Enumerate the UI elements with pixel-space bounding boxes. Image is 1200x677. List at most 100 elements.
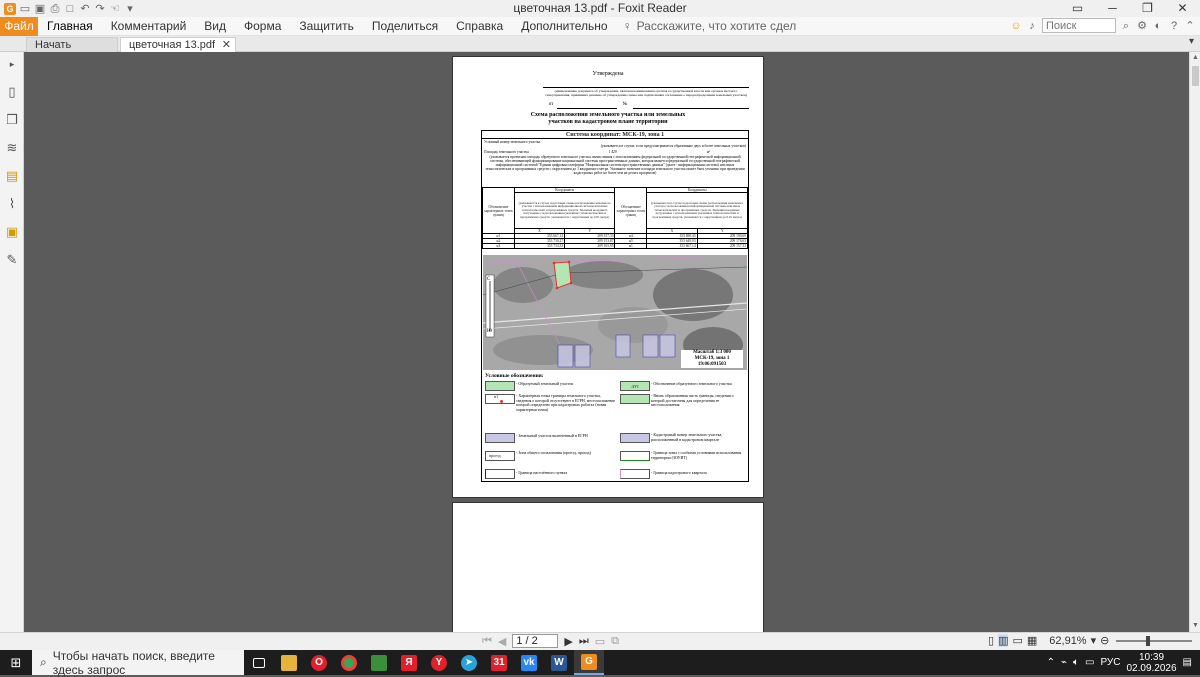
volume-icon[interactable]: 🔈︎ xyxy=(1073,657,1079,668)
tab-share[interactable]: Поделиться xyxy=(363,17,447,36)
fit-page-icon[interactable]: ▭ xyxy=(595,635,605,648)
foxit-taskbar-icon[interactable]: G xyxy=(574,650,604,675)
battery-icon[interactable]: ▭ xyxy=(1085,657,1094,668)
attachment-icon[interactable]: ⌇ xyxy=(4,196,20,212)
minimize-button[interactable]: ─ xyxy=(1095,0,1130,17)
tab-home[interactable]: Главная xyxy=(38,17,102,36)
ribbon-collapse-icon[interactable]: ▭ xyxy=(1060,0,1095,17)
network-icon[interactable]: ⌁ xyxy=(1061,657,1067,668)
word-icon[interactable]: W xyxy=(544,650,574,675)
yandex-icon[interactable]: Я xyxy=(394,650,424,675)
telegram-icon[interactable]: ➤ xyxy=(454,650,484,675)
task-view-icon[interactable] xyxy=(244,650,274,675)
language-indicator[interactable]: РУС xyxy=(1100,657,1120,668)
smiley-icon[interactable]: ☺ xyxy=(1010,20,1022,32)
fit-width-icon[interactable]: ⧉ xyxy=(611,635,619,648)
continuous-page-icon[interactable]: ▥ xyxy=(998,634,1009,647)
table-cell: н1 xyxy=(614,243,648,249)
start-button[interactable]: ⊞ xyxy=(0,650,32,675)
help-icon[interactable]: ? xyxy=(1168,20,1180,32)
bookmark-icon[interactable]: ▯ xyxy=(4,84,20,100)
taskbar-search-text: Чтобы начать поиск, введите здесь запрос xyxy=(52,648,215,677)
maximize-button[interactable]: ❐ xyxy=(1130,0,1165,17)
calendar-icon[interactable]: 31 xyxy=(484,650,514,675)
legend-point-dot xyxy=(500,400,503,403)
zoom-out-icon[interactable]: ⊖ xyxy=(1100,634,1109,647)
pdf-page-1: Утверждена (наименование документа об ут… xyxy=(452,56,764,498)
security-icon[interactable]: ▣ xyxy=(4,224,20,240)
cadastral-quarter: 19:06:091503 xyxy=(697,362,727,367)
zoom-slider[interactable] xyxy=(1116,635,1193,646)
tab-list-arrow-icon[interactable]: ▾ xyxy=(1189,36,1194,47)
page-number-input[interactable] xyxy=(512,634,559,648)
status-bar: ⏮ ◀ ▶ ⏭ ▭ ⧉ ▯ ▥ ▭ ▦ 62,91% ▾ ⊖ ⊕ xyxy=(0,632,1200,650)
tab-view[interactable]: Вид xyxy=(195,17,235,36)
legend-item: - Образуемый земельный участок xyxy=(516,381,574,386)
north-label: С xyxy=(487,277,491,282)
single-page-icon[interactable]: ▯ xyxy=(988,634,994,647)
vk-icon[interactable]: vk xyxy=(514,650,544,675)
tell-me-box[interactable]: ♀ Расскажите, что хотите сдел xyxy=(623,19,797,33)
document-viewport[interactable]: Утверждена (наименование документа об ут… xyxy=(24,52,1189,632)
taskbar-search[interactable]: ⌕ Чтобы начать поиск, введите здесь запр… xyxy=(32,648,244,677)
area-unit: м² xyxy=(706,150,711,154)
tab-comment[interactable]: Комментарий xyxy=(102,17,196,36)
vertical-scrollbar[interactable]: ▲ ▼ xyxy=(1189,52,1200,632)
comments-icon[interactable]: ▤ xyxy=(4,168,20,184)
prev-page-icon[interactable]: ◀ xyxy=(498,635,506,648)
chevron-up-icon[interactable]: ⌃ xyxy=(1047,657,1055,668)
windows-taskbar: ⊞ ⌕ Чтобы начать поиск, введите здесь за… xyxy=(0,648,1200,677)
col-designation-right: Обозначение характерных точек границ xyxy=(614,187,648,234)
layers-icon[interactable]: ≋ xyxy=(4,140,20,156)
heading-line2: участков на кадастровом плане территории xyxy=(548,119,668,125)
file-explorer-icon[interactable] xyxy=(274,650,304,675)
zoom-value[interactable]: 62,91% xyxy=(1049,635,1086,647)
scroll-up-icon[interactable]: ▲ xyxy=(1190,52,1200,64)
tab-help[interactable]: Справка xyxy=(447,17,512,36)
next-page-icon[interactable]: ▶ xyxy=(564,635,572,648)
facing-page-icon[interactable]: ▭ xyxy=(1012,634,1022,647)
tab-protect[interactable]: Защитить xyxy=(290,17,362,36)
legend-point-label: н1 xyxy=(494,394,499,399)
document-tabs: Начать цветочная 13.pdf ✕ ▾ xyxy=(0,36,1200,52)
signature-icon[interactable]: ✎ xyxy=(4,252,20,268)
notifications-icon[interactable]: ▤ xyxy=(1183,657,1192,668)
opera-icon[interactable]: O xyxy=(304,650,334,675)
search-icon: ⌕ xyxy=(40,655,47,669)
pages-icon[interactable]: ❒ xyxy=(4,112,20,128)
zoom-slider-knob[interactable] xyxy=(1146,635,1151,646)
bell-icon[interactable]: ♪ xyxy=(1026,20,1038,32)
close-button[interactable]: ✕ xyxy=(1165,0,1200,17)
chrome-icon[interactable] xyxy=(334,650,364,675)
tab-extra[interactable]: Дополнительно xyxy=(512,17,616,36)
last-page-icon[interactable]: ⏭ xyxy=(579,635,589,648)
system-tray: ⌃ ⌁ 🔈︎ ▭ РУС 10:39 02.09.2026 ▤ xyxy=(1047,650,1200,675)
close-tab-icon[interactable]: ✕ xyxy=(222,38,231,53)
expand-panel-icon[interactable]: ▸ xyxy=(4,56,20,72)
tab-start[interactable]: Начать xyxy=(26,37,118,52)
scroll-down-icon[interactable]: ▼ xyxy=(1190,620,1200,632)
tell-me-text: Расскажите, что хотите сдел xyxy=(636,19,797,33)
legend-swatch-zouit xyxy=(620,451,650,461)
photos-icon[interactable] xyxy=(364,650,394,675)
zoom-dropdown-icon[interactable]: ▾ xyxy=(1091,634,1097,647)
continuous-facing-icon[interactable]: ▦ xyxy=(1027,634,1037,647)
number-line xyxy=(633,108,749,109)
search-input[interactable] xyxy=(1042,18,1116,33)
window-controls: ▭ ─ ❐ ✕ xyxy=(1060,0,1200,17)
gear-icon[interactable]: ⚙ xyxy=(1136,20,1148,32)
clock[interactable]: 10:39 02.09.2026 xyxy=(1126,652,1176,674)
tab-current-document[interactable]: цветочная 13.pdf ✕ xyxy=(120,37,236,52)
chevron-up-icon[interactable]: ⌃ xyxy=(1184,20,1196,32)
yandex-browser-icon[interactable]: Y xyxy=(424,650,454,675)
first-page-icon[interactable]: ⏮ xyxy=(482,635,492,648)
scroll-thumb[interactable] xyxy=(1192,66,1199,86)
area-row: Площадь земельного участка 1 429 м² xyxy=(484,150,746,154)
bulb-icon[interactable]: ◐ xyxy=(1152,20,1164,32)
file-menu-button[interactable]: Файл xyxy=(0,16,38,36)
tab-form[interactable]: Форма xyxy=(235,17,290,36)
legend-item: - Характерная точка границы земельного у… xyxy=(516,394,616,412)
approve-title: Утверждена xyxy=(592,71,624,77)
lightbulb-icon: ♀ xyxy=(622,19,632,33)
search-icon[interactable]: ⌕ xyxy=(1120,20,1132,32)
